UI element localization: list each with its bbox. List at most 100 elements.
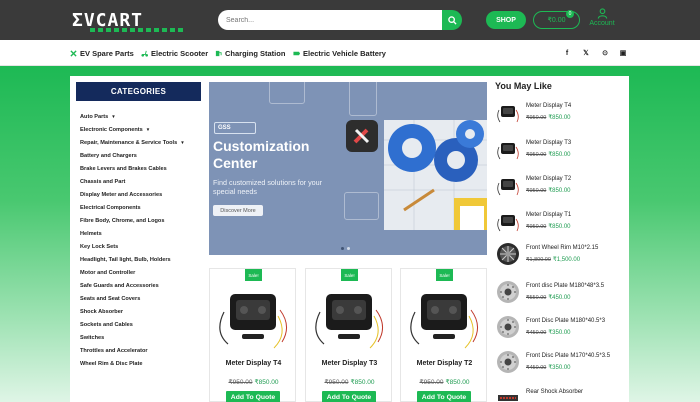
category-item[interactable]: Throttles and Accelerator: [80, 345, 205, 358]
category-item[interactable]: Electrical Components: [80, 201, 205, 214]
product-thumbnail[interactable]: [496, 209, 520, 233]
search-button[interactable]: [442, 10, 462, 30]
product-name[interactable]: Meter Display T4: [210, 360, 297, 367]
product-name[interactable]: Meter Display T2: [526, 176, 571, 182]
you-may-like-item[interactable]: Front disc Plate M180*48*3.5 ₹550.00 ₹450.…: [495, 278, 625, 308]
product-price: ₹950.00 ₹850.00: [526, 151, 571, 158]
bitbucket-icon[interactable]: ▣: [619, 49, 627, 57]
banner-dot[interactable]: [347, 247, 350, 250]
chevron-down-icon[interactable]: ▼: [111, 114, 115, 119]
product-thumbnail[interactable]: [496, 173, 520, 197]
product-name[interactable]: Meter Display T3: [526, 140, 571, 146]
product-image[interactable]: [310, 282, 388, 352]
product-thumbnail[interactable]: [496, 137, 520, 161]
cart-button[interactable]: ₹0.00 0: [533, 10, 580, 29]
product-thumbnail[interactable]: [496, 242, 520, 266]
product-thumbnail[interactable]: [496, 100, 520, 124]
product-image[interactable]: [214, 282, 292, 352]
product-card[interactable]: Sale! Meter Display T2 ₹950.00 ₹850.00 Add T…: [400, 268, 487, 402]
category-item[interactable]: Battery and Chargers: [80, 149, 205, 162]
you-may-like-item[interactable]: Rear Shock Absorber: [495, 384, 625, 402]
facebook-icon[interactable]: f: [563, 49, 571, 57]
product-image[interactable]: [405, 282, 483, 352]
twitter-icon[interactable]: 𝕏: [582, 49, 590, 57]
product-thumbnail[interactable]: [496, 386, 520, 402]
product-name[interactable]: Rear Shock Absorber: [526, 389, 583, 395]
chevron-down-icon[interactable]: ▼: [146, 127, 150, 132]
category-label: Electrical Components: [80, 204, 141, 211]
category-item[interactable]: Electronic Components ▼: [80, 123, 205, 136]
you-may-like-heading: You May Like: [495, 81, 552, 91]
category-item[interactable]: Repair, Maintenance & Service Tools ▼: [80, 136, 205, 149]
nav-item-charging-station[interactable]: Charging Station: [215, 48, 285, 59]
category-label: Safe Guards and Accessories: [80, 283, 159, 290]
category-item[interactable]: Auto Parts ▼: [80, 110, 205, 123]
category-item[interactable]: Brake Levers and Brakes Cables: [80, 162, 205, 175]
category-item[interactable]: Seats and Seat Covers: [80, 293, 205, 306]
add-to-quote-button[interactable]: Add To Quote: [226, 391, 280, 402]
nav-bar: EV Spare Parts Electric Scooter Charging…: [0, 40, 700, 66]
product-thumbnail[interactable]: [496, 315, 520, 339]
add-to-quote-button[interactable]: Add To Quote: [417, 391, 471, 402]
sale-price: ₹450.00: [548, 295, 571, 301]
old-price: ₹950.00: [324, 379, 349, 386]
product-price: ₹950.00 ₹850.00: [306, 378, 393, 386]
product-price: ₹1,800.00 ₹1,500.00: [526, 256, 580, 263]
hero-banner[interactable]: GSS Customization Center Find customized…: [209, 82, 487, 255]
product-name[interactable]: Meter Display T2: [401, 360, 488, 367]
product-name[interactable]: Front disc Plate M180*48*3.5: [526, 283, 604, 289]
cart-total: ₹0.00: [547, 17, 566, 24]
sale-badge: Sale!: [341, 269, 358, 281]
product-name[interactable]: Front Wheel Rim M10*2.15: [526, 245, 598, 251]
category-item[interactable]: Wheel Rim & Disc Plate: [80, 358, 205, 371]
discover-more-button[interactable]: Discover More: [213, 205, 263, 216]
site-logo[interactable]: ΣVCART: [72, 7, 192, 33]
product-price: ₹450.00 ₹350.00: [526, 329, 571, 336]
old-price: ₹450.00: [526, 330, 547, 336]
you-may-like-item[interactable]: Front Disc Plate M170*40.5*3.5 ₹450.00 ₹35…: [495, 348, 625, 378]
category-item[interactable]: Chassis and Part: [80, 175, 205, 188]
category-item[interactable]: Shock Absorber: [80, 306, 205, 319]
you-may-like-item[interactable]: Meter Display T4 ₹950.00 ₹850.00: [495, 98, 625, 128]
category-item[interactable]: Fibre Body, Chrome, and Logos: [80, 214, 205, 227]
shop-button[interactable]: SHOP: [486, 11, 526, 29]
product-price: ₹950.00 ₹850.00: [401, 378, 488, 386]
category-item[interactable]: Headlight, Tail light, Bulb, Holders: [80, 254, 205, 267]
github-icon[interactable]: ⊙: [601, 49, 609, 57]
nav-item-ev-spare-parts[interactable]: EV Spare Parts: [70, 48, 134, 59]
product-thumbnail[interactable]: [496, 280, 520, 304]
category-item[interactable]: Sockets and Cables: [80, 319, 205, 332]
add-to-quote-button[interactable]: Add To Quote: [322, 391, 376, 402]
banner-dot-active[interactable]: [341, 247, 344, 250]
you-may-like-item[interactable]: Meter Display T3 ₹950.00 ₹850.00: [495, 135, 625, 165]
category-item[interactable]: Display Meter and Accessories: [80, 188, 205, 201]
nav-item-ev-battery[interactable]: Electric Vehicle Battery: [293, 48, 386, 59]
product-name[interactable]: Meter Display T4: [526, 103, 571, 109]
scooter-icon: [141, 50, 148, 57]
product-thumbnail[interactable]: [496, 350, 520, 374]
nav-item-electric-scooter[interactable]: Electric Scooter: [141, 48, 208, 59]
category-item[interactable]: Helmets: [80, 227, 205, 240]
category-item[interactable]: Key Lock Sets: [80, 240, 205, 253]
product-name[interactable]: Front Disc Plate M180*40.5*3: [526, 318, 605, 324]
product-price: ₹950.00 ₹850.00: [526, 223, 571, 230]
sale-price: ₹850.00: [548, 115, 571, 121]
category-label: Seats and Seat Covers: [80, 296, 141, 303]
chevron-down-icon[interactable]: ▼: [180, 140, 184, 145]
you-may-like-item[interactable]: Meter Display T1 ₹950.00 ₹850.00: [495, 207, 625, 237]
you-may-like-item[interactable]: Front Disc Plate M180*40.5*3 ₹450.00 ₹350.…: [495, 313, 625, 343]
product-card[interactable]: Sale! Meter Display T4 ₹950.00 ₹850.00 Add T…: [209, 268, 296, 402]
search-icon: [447, 15, 457, 25]
category-item[interactable]: Safe Guards and Accessories: [80, 280, 205, 293]
product-card[interactable]: Sale! Meter Display T3 ₹950.00 ₹850.00 Add T…: [305, 268, 392, 402]
sale-price: ₹850.00: [548, 224, 571, 230]
you-may-like-item[interactable]: Meter Display T2 ₹950.00 ₹850.00: [495, 171, 625, 201]
product-name[interactable]: Meter Display T1: [526, 212, 571, 218]
you-may-like-item[interactable]: Front Wheel Rim M10*2.15 ₹1,800.00 ₹1,500.…: [495, 240, 625, 270]
search-input[interactable]: [218, 10, 443, 30]
account-link[interactable]: Account: [586, 8, 618, 34]
product-name[interactable]: Meter Display T3: [306, 360, 393, 367]
category-item[interactable]: Switches: [80, 332, 205, 345]
product-name[interactable]: Front Disc Plate M170*40.5*3.5: [526, 353, 610, 359]
category-item[interactable]: Motor and Controller: [80, 267, 205, 280]
